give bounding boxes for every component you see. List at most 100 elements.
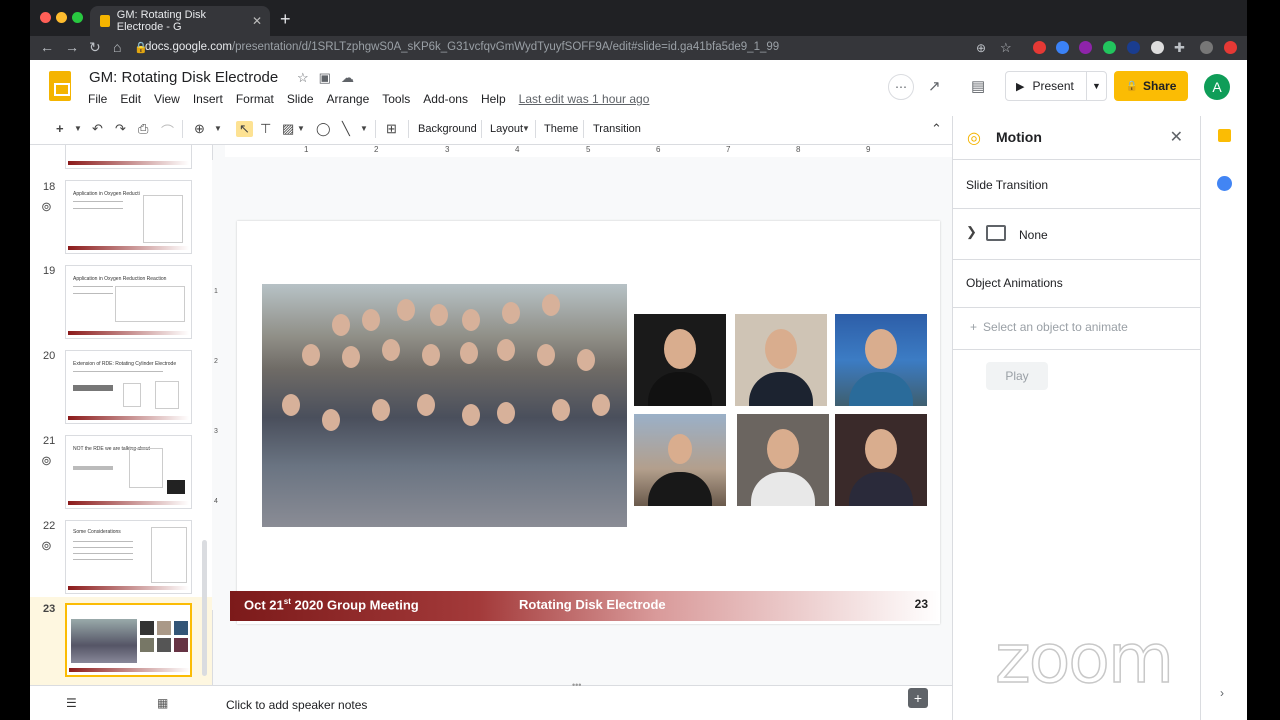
menu-tools[interactable]: Tools — [382, 92, 410, 106]
chevron-right-icon[interactable]: ❯ — [966, 224, 977, 240]
back-icon[interactable]: ← — [40, 39, 54, 55]
image-dropdown-icon[interactable]: ▼ — [297, 124, 305, 133]
menu-slide[interactable]: Slide — [287, 92, 314, 106]
theme-button[interactable]: Theme — [544, 123, 578, 135]
maximize-window-icon[interactable] — [72, 12, 83, 23]
group-photo[interactable] — [262, 284, 627, 527]
slide-thumbnail[interactable]: Extension of RDE: Rotating Cylinder Elec… — [65, 350, 192, 424]
menu-arrange[interactable]: Arrange — [327, 92, 370, 106]
grid-view-icon[interactable]: ▦ — [157, 696, 168, 710]
share-button[interactable]: 🔒 Share — [1114, 71, 1188, 101]
new-slide-dropdown-icon[interactable]: ▼ — [74, 124, 82, 133]
insert-comment-icon[interactable]: ⊞ — [386, 121, 397, 137]
photo-face — [552, 399, 570, 421]
portrait-photo[interactable] — [737, 414, 829, 506]
move-folder-icon[interactable]: ▣ — [319, 70, 341, 85]
transition-button[interactable]: Transition — [593, 123, 641, 135]
transition-icon[interactable]: ⊚ — [41, 453, 52, 469]
comments-icon[interactable]: ▤ — [971, 77, 985, 95]
puzzle-icon[interactable]: ✚ — [1174, 40, 1185, 56]
add-animation-button[interactable]: + Select an object to animate — [970, 320, 1128, 334]
line-dropdown-icon[interactable]: ▼ — [360, 124, 368, 133]
present-dropdown-icon[interactable]: ▼ — [1086, 72, 1106, 100]
slide-thumbnail[interactable]: NOT the RDE we are talking about — [65, 435, 192, 509]
close-window-icon[interactable] — [40, 12, 51, 23]
portrait-photo[interactable] — [735, 314, 827, 406]
text-box-icon[interactable]: ⊤ — [260, 121, 271, 137]
present-button[interactable]: ▶ Present ▼ — [1005, 71, 1107, 101]
paint-format-icon[interactable]: ⌒ — [161, 121, 174, 140]
close-icon[interactable]: ✕ — [1170, 127, 1183, 147]
keep-notes-icon[interactable] — [1218, 129, 1231, 142]
menu-edit[interactable]: Edit — [120, 92, 141, 106]
slide-thumbnail[interactable] — [65, 145, 192, 169]
layout-button[interactable]: Layout — [490, 123, 523, 135]
notes-resize-handle[interactable]: ••• — [572, 680, 581, 690]
extension-icon[interactable] — [1056, 41, 1069, 54]
new-tab-icon[interactable]: + — [280, 9, 291, 30]
shape-icon[interactable]: ◯ — [316, 121, 331, 137]
cloud-saved-icon[interactable]: ☁ — [341, 70, 364, 85]
slide-thumbnail[interactable]: Some Considerations — [65, 520, 192, 594]
chevron-right-icon[interactable]: › — [1220, 686, 1224, 700]
avatar[interactable]: A — [1204, 74, 1230, 100]
forward-icon[interactable]: → — [65, 39, 79, 55]
meet-icon[interactable]: ⋯ — [888, 74, 914, 100]
reload-icon[interactable]: ↻ — [89, 39, 101, 56]
extension-icon[interactable] — [1079, 41, 1092, 54]
minimize-window-icon[interactable] — [56, 12, 67, 23]
speaker-notes[interactable]: ••• Click to add speaker notes + — [212, 680, 952, 720]
menu-insert[interactable]: Insert — [193, 92, 223, 106]
image-icon[interactable]: ▨ — [282, 121, 294, 137]
print-icon[interactable]: ⎙ — [138, 121, 148, 137]
play-button[interactable]: Play — [986, 362, 1048, 390]
new-slide-icon[interactable]: + — [56, 121, 64, 136]
url-field[interactable]: docs.google.com/presentation/d/1SRLTzphg… — [145, 41, 779, 53]
filmstrip-scrollbar[interactable] — [202, 540, 207, 676]
extension-icon[interactable] — [1103, 41, 1116, 54]
portrait-photo[interactable] — [634, 414, 726, 506]
portrait-photo[interactable] — [835, 414, 927, 506]
extension-icon[interactable] — [1151, 41, 1164, 54]
document-title[interactable]: GM: Rotating Disk Electrode — [89, 69, 278, 86]
close-tab-icon[interactable]: ✕ — [252, 14, 262, 28]
transition-icon[interactable]: ⊚ — [41, 538, 52, 554]
browser-tab[interactable]: GM: Rotating Disk Electrode - G ✕ — [90, 6, 270, 36]
home-icon[interactable]: ⌂ — [113, 39, 121, 55]
slide-thumbnail[interactable]: Application in Oxygen Reducti — [65, 180, 192, 254]
extension-icon[interactable] — [1127, 41, 1140, 54]
line-icon[interactable]: ╲ — [342, 121, 350, 137]
zoom-icon[interactable]: ⊕ — [194, 121, 205, 137]
last-edit-link[interactable]: Last edit was 1 hour ago — [519, 92, 650, 106]
current-slide[interactable]: Oct 21st 2020 Group Meeting Rotating Dis… — [230, 221, 940, 624]
explore-icon[interactable]: + — [908, 688, 928, 708]
extension-icon[interactable] — [1033, 41, 1046, 54]
portrait-head — [664, 329, 696, 369]
tasks-icon[interactable] — [1217, 176, 1232, 191]
layout-dropdown-icon[interactable]: ▼ — [522, 124, 530, 133]
activity-trend-icon[interactable]: ↗ — [928, 77, 941, 95]
background-button[interactable]: Background — [418, 123, 477, 135]
menu-addons[interactable]: Add-ons — [423, 92, 468, 106]
slide-thumbnail[interactable]: Application in Oxygen Reduction Reaction — [65, 265, 192, 339]
zoom-icon[interactable]: ⊕ — [976, 41, 986, 55]
bookmark-star-icon[interactable]: ☆ — [1000, 40, 1012, 56]
portrait-photo[interactable] — [835, 314, 927, 406]
slides-logo-icon[interactable] — [49, 71, 71, 101]
collapse-toolbar-icon[interactable]: ⌃ — [931, 121, 942, 137]
select-cursor-icon[interactable]: ↖ — [236, 121, 253, 137]
profile-avatar-icon[interactable] — [1200, 41, 1213, 54]
portrait-photo[interactable] — [634, 314, 726, 406]
filmstrip-view-icon[interactable]: ☰ — [66, 696, 77, 710]
star-icon[interactable]: ☆ — [297, 70, 319, 85]
transition-icon[interactable]: ⊚ — [41, 199, 52, 215]
menu-view[interactable]: View — [154, 92, 180, 106]
undo-icon[interactable]: ↶ — [92, 121, 103, 137]
menu-format[interactable]: Format — [236, 92, 274, 106]
extension-icon[interactable] — [1224, 41, 1237, 54]
menu-file[interactable]: File — [88, 92, 107, 106]
zoom-dropdown-icon[interactable]: ▼ — [214, 124, 222, 133]
menu-help[interactable]: Help — [481, 92, 506, 106]
slide-thumbnail-active[interactable] — [65, 603, 192, 677]
redo-icon[interactable]: ↷ — [115, 121, 126, 137]
